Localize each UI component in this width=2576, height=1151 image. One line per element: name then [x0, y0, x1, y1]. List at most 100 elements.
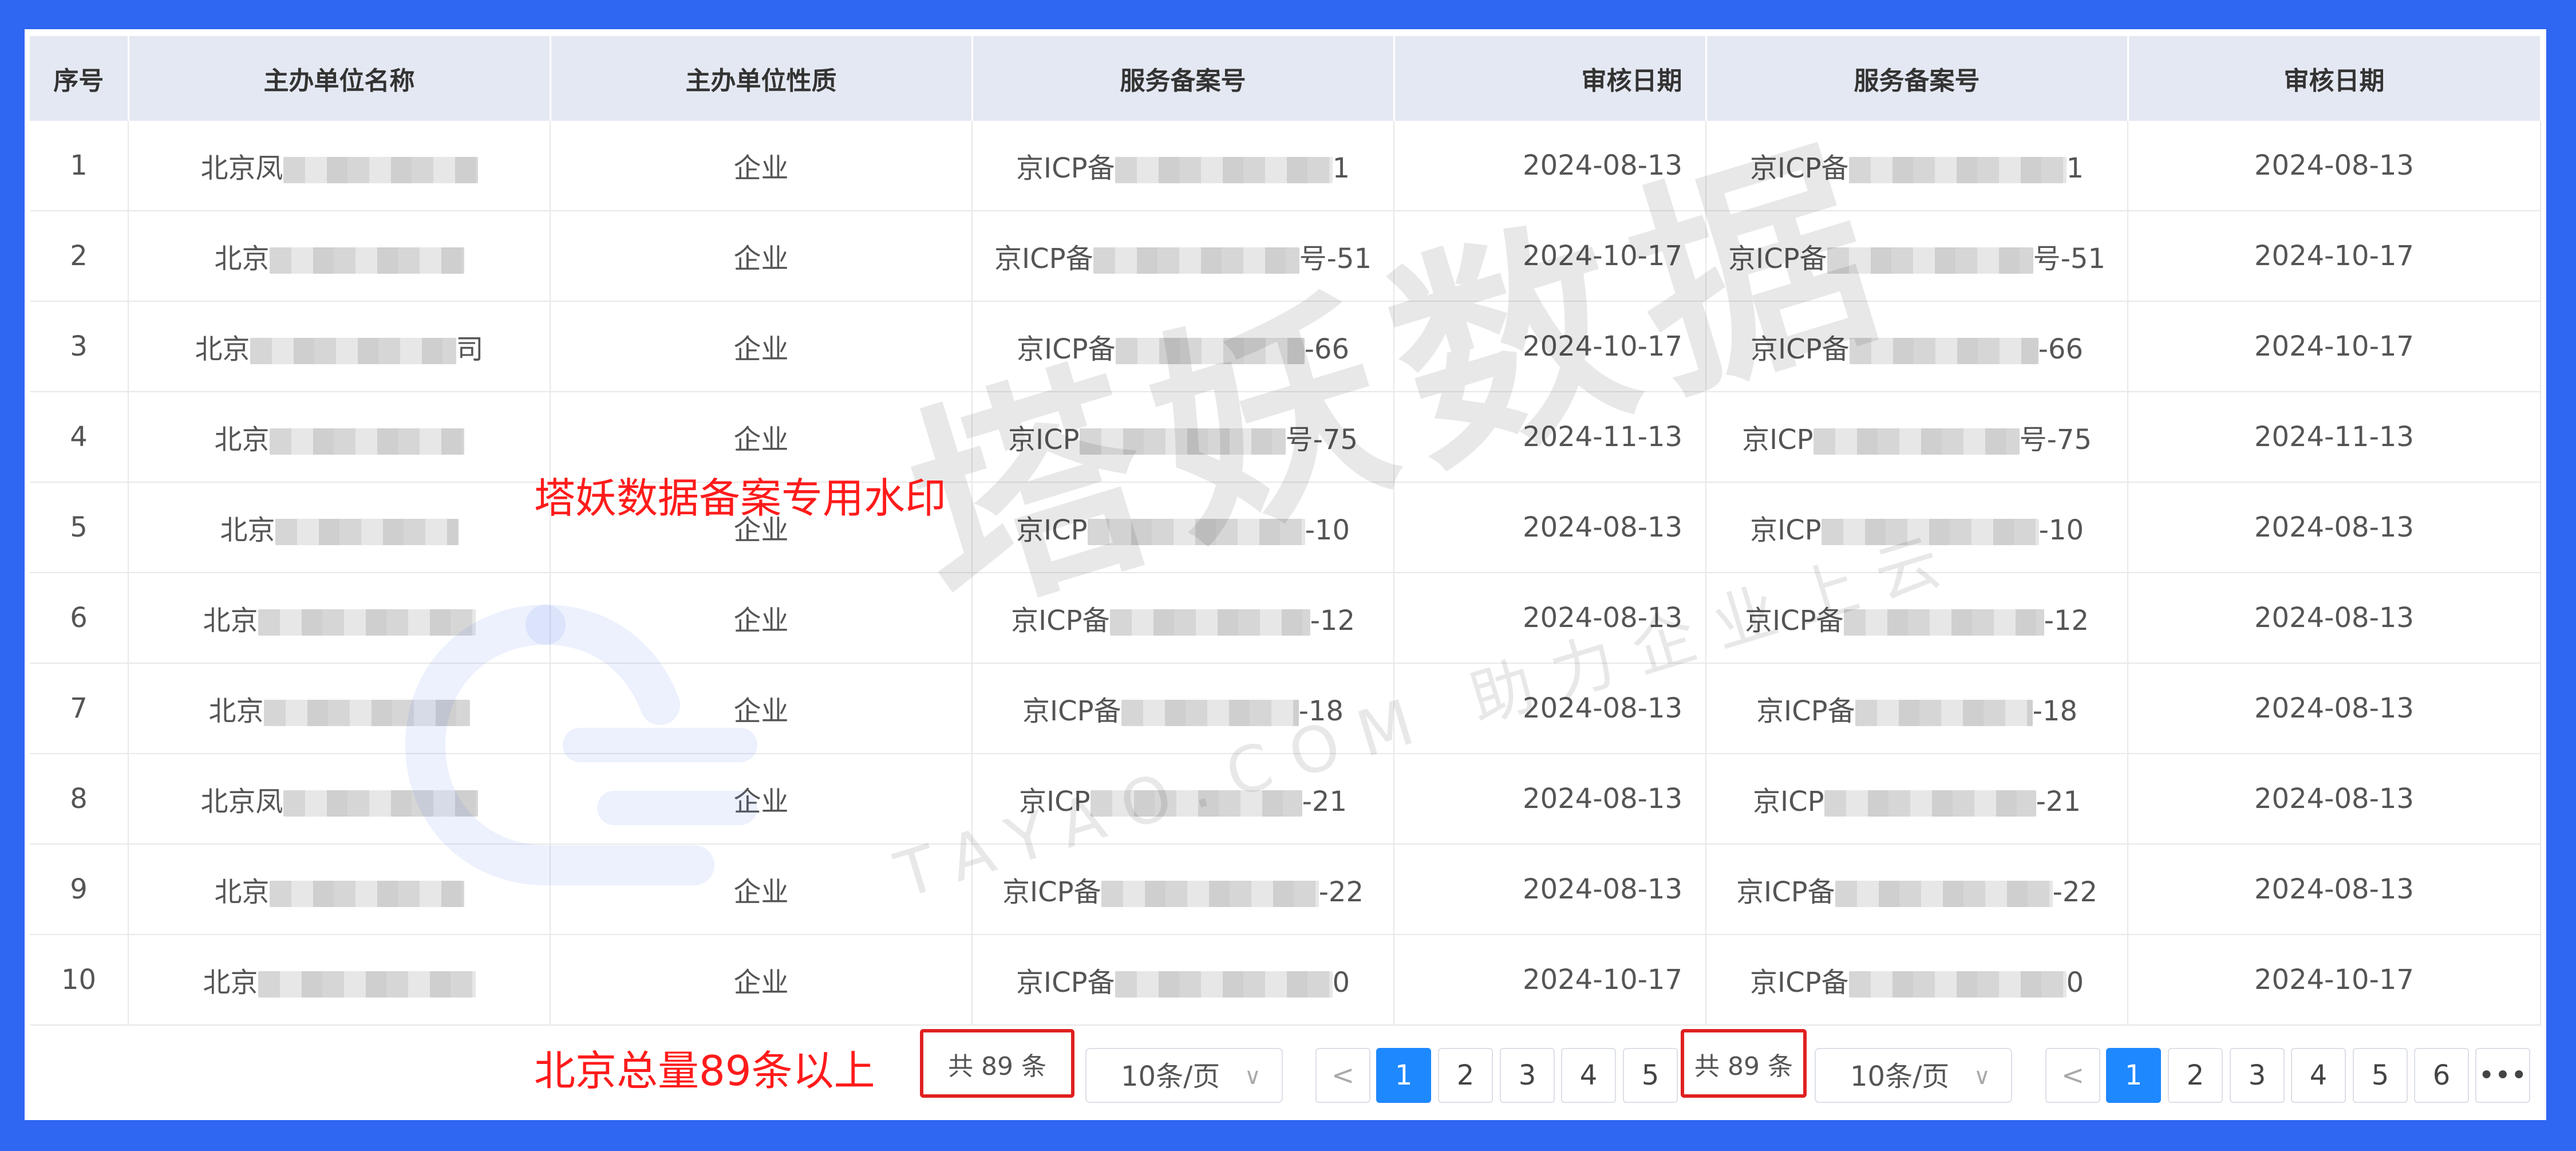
cell-review-date-2: 2024-08-13: [2128, 121, 2541, 211]
cell-reg-number: 京ICP备 0: [972, 935, 1394, 1026]
reg-prefix: 京ICP: [1741, 424, 1814, 456]
table-row[interactable]: 3 北京 司 企业 京ICP备 -66 2024-10-17 京ICP备 -66 2024-10-…: [30, 301, 2541, 392]
reg-prefix: 京ICP: [1008, 424, 1080, 456]
cell-index: 10: [30, 935, 129, 1026]
cell-review-date: 2024-11-13: [1394, 392, 1706, 483]
page-button[interactable]: 1: [2106, 1048, 2161, 1103]
reg-prefix: 京ICP备: [1016, 967, 1115, 999]
redacted-mask: [1093, 247, 1299, 274]
prev-page-button-left[interactable]: <: [1315, 1048, 1370, 1103]
chevron-left-icon: <: [1331, 1059, 1355, 1091]
table-row[interactable]: 10 北京 企业 京ICP备 0 2024-10-17 京ICP备 0 2024-10-17: [30, 935, 2541, 1026]
records-table: 序号 主办单位名称 主办单位性质 服务备案号 审核日期 服务备案号 审核日期 1…: [30, 36, 2542, 1026]
reg-suffix: -66: [1304, 333, 1350, 365]
reg-suffix: 号-75: [2019, 424, 2092, 456]
cell-org-name: 北京: [128, 663, 551, 754]
page-button[interactable]: 5: [2353, 1048, 2408, 1103]
total-annotation: 北京总量89条以上: [534, 1047, 875, 1095]
table-row[interactable]: 9 北京 企业 京ICP备 -22 2024-08-13 京ICP备 -22 2024-08-1…: [30, 844, 2541, 935]
chevron-down-icon: ∨: [1973, 1063, 1990, 1090]
org-name-prefix: 北京: [195, 333, 250, 365]
cell-index: 6: [30, 573, 129, 664]
col-header-org-type: 主办单位性质: [550, 36, 973, 121]
page-button[interactable]: 4: [1561, 1048, 1616, 1103]
org-name-prefix: 北京: [208, 695, 264, 727]
table-row[interactable]: 4 北京 企业 京ICP 号-75 2024-11-13 京ICP 号-75 2024-11-1…: [30, 392, 2541, 483]
redacted-mask: [258, 609, 476, 636]
reg-suffix: -10: [2038, 514, 2084, 546]
cell-reg-number-2: 京ICP备 -22: [1706, 844, 2128, 935]
page-button[interactable]: 4: [2291, 1048, 2346, 1103]
cell-org-type: 企业: [550, 211, 973, 302]
cell-review-date-2: 2024-08-13: [2128, 573, 2541, 664]
cell-review-date: 2024-10-17: [1394, 211, 1706, 302]
reg-prefix: 京ICP: [1749, 514, 1822, 546]
col-header-org-name: 主办单位名称: [128, 36, 551, 121]
cell-reg-number: 京ICP备 -12: [972, 573, 1394, 664]
reg-prefix: 京ICP备: [1736, 876, 1835, 908]
page-button[interactable]: 6: [2414, 1048, 2469, 1103]
redacted-mask: [1848, 971, 2067, 998]
cell-reg-number: 京ICP备 号-51: [972, 211, 1394, 302]
prev-page-button-right[interactable]: <: [2045, 1048, 2100, 1103]
col-header-review-date-2: 审核日期: [2128, 36, 2542, 121]
cell-review-date: 2024-10-17: [1394, 935, 1706, 1026]
cell-review-date: 2024-08-13: [1394, 573, 1706, 664]
cell-review-date-2: 2024-08-13: [2128, 754, 2541, 845]
cell-review-date: 2024-08-13: [1394, 844, 1706, 935]
table-row[interactable]: 5 北京 企业 京ICP -10 2024-08-13 京ICP -10 2024-08-13: [30, 482, 2541, 573]
redacted-mask: [258, 971, 476, 998]
org-name-prefix: 北京: [214, 424, 270, 456]
cell-review-date-2: 2024-08-13: [2128, 482, 2541, 573]
redacted-mask: [1827, 247, 2033, 274]
reg-suffix: 0: [1332, 967, 1350, 999]
records-panel: 序号 主办单位名称 主办单位性质 服务备案号 审核日期 服务备案号 审核日期 1…: [25, 29, 2546, 1120]
table-row[interactable]: 7 北京 企业 京ICP备 -18 2024-08-13 京ICP备 -18 2024-08-1…: [30, 663, 2541, 754]
cell-reg-number-2: 京ICP备 号-51: [1706, 211, 2128, 302]
pager-total-right: 共 89 条: [1681, 1029, 1807, 1098]
table-row[interactable]: 8 北京凤 企业 京ICP -21 2024-08-13 京ICP -21 2024-08-13: [30, 754, 2541, 845]
table-row[interactable]: 2 北京 企业 京ICP备 号-51 2024-10-17 京ICP备 号-51 2024-10…: [30, 211, 2541, 302]
reg-prefix: 京ICP: [1752, 786, 1824, 818]
cell-index: 4: [30, 392, 129, 483]
page-button[interactable]: 1: [1376, 1048, 1431, 1103]
reg-prefix: 京ICP: [1018, 786, 1091, 818]
table-row[interactable]: 1 北京凤 企业 京ICP备 1 2024-08-13 京ICP备 1 2024-08-13: [30, 121, 2541, 211]
cell-reg-number-2: 京ICP备 -12: [1706, 573, 2128, 664]
cell-org-name: 北京: [128, 935, 551, 1026]
cell-reg-number: 京ICP -21: [972, 754, 1394, 845]
cell-review-date: 2024-08-13: [1394, 121, 1706, 211]
cell-review-date: 2024-08-13: [1394, 482, 1706, 573]
table-row[interactable]: 6 北京 企业 京ICP备 -12 2024-08-13 京ICP备 -12 2024-08-1…: [30, 573, 2541, 664]
redacted-mask: [269, 247, 464, 274]
page-button[interactable]: 2: [2168, 1048, 2223, 1103]
cell-review-date: 2024-08-13: [1394, 663, 1706, 754]
cell-org-type: 企业: [550, 663, 973, 754]
redacted-mask: [269, 881, 464, 907]
cell-org-type: 企业: [550, 754, 973, 845]
redacted-mask: [1115, 338, 1305, 364]
redacted-mask: [1848, 157, 2067, 183]
org-name-prefix: 北京凤: [200, 152, 283, 184]
redacted-mask: [269, 428, 464, 455]
page-button[interactable]: 3: [2230, 1048, 2285, 1103]
redacted-mask: [275, 519, 459, 545]
redacted-mask: [283, 157, 478, 183]
reg-suffix: 1: [2066, 152, 2084, 184]
col-header-index: 序号: [30, 36, 129, 121]
reg-prefix: 京ICP备: [1010, 605, 1110, 637]
page-size-label: 10条/页: [1850, 1061, 1950, 1093]
page-button[interactable]: 2: [1438, 1048, 1493, 1103]
redacted-mask: [1090, 790, 1302, 817]
page-size-select-right[interactable]: 10条/页 ∨: [1815, 1048, 2012, 1103]
page-button[interactable]: 3: [1500, 1048, 1555, 1103]
page-size-select-left[interactable]: 10条/页 ∨: [1085, 1048, 1283, 1103]
col-header-reg-number: 服务备案号: [972, 36, 1395, 121]
more-pages-button[interactable]: •••: [2475, 1048, 2530, 1103]
col-header-review-date: 审核日期: [1394, 36, 1707, 121]
cell-reg-number-2: 京ICP -21: [1706, 754, 2128, 845]
cell-reg-number: 京ICP 号-75: [972, 392, 1394, 483]
page-button[interactable]: 5: [1623, 1048, 1678, 1103]
page-size-label: 10条/页: [1121, 1061, 1220, 1093]
cell-reg-number: 京ICP备 1: [972, 121, 1394, 211]
